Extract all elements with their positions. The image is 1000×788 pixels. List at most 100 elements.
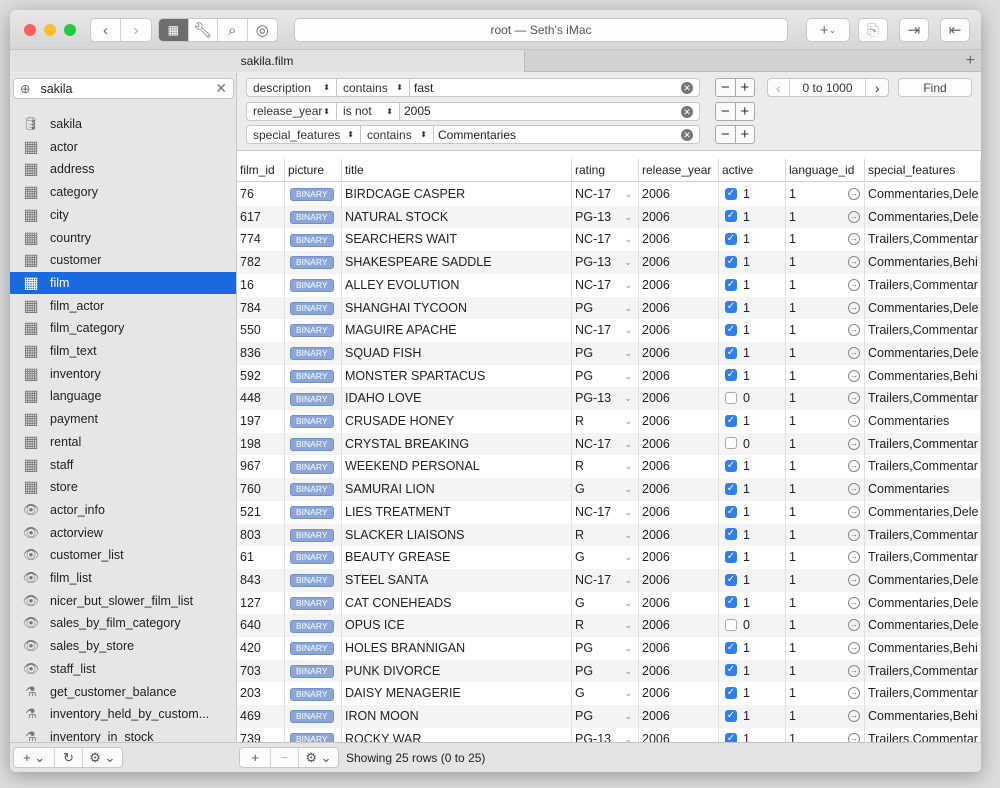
cell-language-id[interactable]: 1 → bbox=[786, 727, 865, 742]
cell-active[interactable]: 0 bbox=[719, 614, 786, 637]
cell-title[interactable]: OPUS ICE bbox=[342, 614, 572, 637]
cell-title[interactable]: SEARCHERS WAIT bbox=[342, 228, 572, 252]
chevron-down-icon[interactable]: ⌄ bbox=[624, 592, 632, 615]
cell-release-year[interactable]: 2006 bbox=[639, 637, 719, 660]
cell-release-year[interactable]: 2006 bbox=[639, 183, 719, 206]
remove-filter-button[interactable]: − bbox=[716, 102, 736, 120]
remove-row-icon[interactable]: − bbox=[271, 748, 299, 767]
chevron-down-icon[interactable]: ⌄ bbox=[624, 728, 632, 742]
cell-rating[interactable]: NC-17 ⌄ bbox=[572, 228, 639, 252]
cell-language-id[interactable]: 1 → bbox=[786, 637, 865, 660]
cell-special-features[interactable]: Trailers,Commentar bbox=[865, 387, 981, 410]
cell-special-features[interactable]: Trailers,Commentar bbox=[865, 228, 981, 252]
cell-title[interactable]: SHANGHAI TYCOON bbox=[342, 296, 572, 320]
cell-title[interactable]: PUNK DIVORCE bbox=[342, 659, 572, 683]
cell-release-year[interactable]: 2006 bbox=[639, 205, 719, 229]
cell-title[interactable]: ALLEY EVOLUTION bbox=[342, 273, 572, 297]
chevron-down-icon[interactable]: ⌄ bbox=[624, 524, 632, 547]
cell-active[interactable]: ✓ 1 bbox=[719, 637, 786, 660]
add-filter-button[interactable]: + bbox=[736, 126, 755, 143]
cell-special-features[interactable]: Commentaries,Behi bbox=[865, 705, 981, 728]
cell-release-year[interactable]: 2006 bbox=[639, 410, 719, 433]
foreign-key-arrow-icon[interactable]: → bbox=[848, 324, 860, 337]
cell-rating[interactable]: R ⌄ bbox=[572, 523, 639, 547]
cell-film-id[interactable]: 967 bbox=[237, 455, 285, 479]
active-checkbox[interactable]: ✓ bbox=[725, 210, 737, 223]
cell-film-id[interactable]: 640 bbox=[237, 614, 285, 637]
cell-rating[interactable]: NC-17 ⌄ bbox=[572, 319, 639, 342]
sidebar-item-film-text[interactable]: ▦ film_text bbox=[10, 340, 236, 362]
cell-special-features[interactable]: Trailers,Commentar bbox=[865, 319, 981, 342]
cell-language-id[interactable]: 1 → bbox=[786, 705, 865, 728]
cell-special-features[interactable]: Commentaries,Behi bbox=[865, 637, 981, 660]
cell-picture[interactable]: BINARY bbox=[285, 410, 342, 433]
clear-filter-icon[interactable]: ✕ bbox=[681, 129, 693, 141]
cell-active[interactable]: ✓ 1 bbox=[719, 682, 786, 706]
foreign-key-arrow-icon[interactable]: → bbox=[848, 256, 860, 269]
table-row[interactable]: 967 BINARY WEEKEND PERSONAL R ⌄ 2006 ✓ 1 1… bbox=[237, 455, 981, 479]
cell-film-id[interactable]: 61 bbox=[237, 546, 285, 569]
cell-active[interactable]: ✓ 1 bbox=[719, 296, 786, 320]
tab-sakila-film[interactable]: sakila.film bbox=[10, 50, 525, 72]
cell-film-id[interactable]: 197 bbox=[237, 410, 285, 433]
cell-language-id[interactable]: 1 → bbox=[786, 546, 865, 569]
cell-rating[interactable]: NC-17 ⌄ bbox=[572, 183, 639, 206]
table-row[interactable]: 61 BINARY BEAUTY GREASE G ⌄ 2006 ✓ 1 1 → Tr… bbox=[237, 546, 981, 569]
cell-active[interactable]: ✓ 1 bbox=[719, 273, 786, 297]
cell-title[interactable]: CAT CONEHEADS bbox=[342, 591, 572, 615]
cell-picture[interactable]: BINARY bbox=[285, 682, 342, 706]
cell-picture[interactable]: BINARY bbox=[285, 523, 342, 547]
active-checkbox[interactable]: ✓ bbox=[725, 641, 737, 654]
cell-title[interactable]: SQUAD FISH bbox=[342, 341, 572, 365]
cell-picture[interactable]: BINARY bbox=[285, 546, 342, 569]
cell-language-id[interactable]: 1 → bbox=[786, 455, 865, 479]
chevron-down-icon[interactable]: ⌄ bbox=[624, 274, 632, 297]
sidebar-item-film[interactable]: ▦ film bbox=[10, 271, 236, 294]
cell-rating[interactable]: G ⌄ bbox=[572, 478, 639, 501]
cell-title[interactable]: STEEL SANTA bbox=[342, 568, 572, 592]
table-row[interactable]: 760 BINARY SAMURAI LION G ⌄ 2006 ✓ 1 1 → Co… bbox=[237, 478, 981, 501]
sidebar-item-sales-by-film-category[interactable]: 👁︎ sales_by_film_category bbox=[10, 612, 236, 634]
cell-language-id[interactable]: 1 → bbox=[786, 432, 865, 456]
chevron-down-icon[interactable]: ⌄ bbox=[624, 455, 632, 478]
next-page-icon[interactable]: › bbox=[866, 79, 888, 96]
cell-release-year[interactable]: 2006 bbox=[639, 273, 719, 297]
table-row[interactable]: 843 BINARY STEEL SANTA NC-17 ⌄ 2006 ✓ 1 1 →… bbox=[237, 568, 981, 592]
table-row[interactable]: 198 BINARY CRYSTAL BREAKING NC-17 ⌄ 2006 … bbox=[237, 432, 981, 456]
chevron-down-icon[interactable]: ⌄ bbox=[624, 206, 632, 229]
remove-filter-button[interactable]: − bbox=[716, 79, 736, 96]
cell-film-id[interactable]: 836 bbox=[237, 341, 285, 365]
cell-language-id[interactable]: 1 → bbox=[786, 228, 865, 252]
table-content-icon[interactable]: ▦ bbox=[159, 19, 189, 41]
cell-film-id[interactable]: 550 bbox=[237, 319, 285, 342]
sidebar-item-actor-info[interactable]: 👁︎ actor_info bbox=[10, 499, 236, 521]
filter-value-input[interactable]: Commentaries ✕ bbox=[433, 125, 700, 144]
cell-language-id[interactable]: 1 → bbox=[786, 682, 865, 706]
foreign-key-arrow-icon[interactable]: → bbox=[848, 687, 860, 700]
cell-release-year[interactable]: 2006 bbox=[639, 705, 719, 728]
cell-special-features[interactable]: Trailers,Commentar bbox=[865, 659, 981, 683]
sidebar-item-rental[interactable]: ▦ rental bbox=[10, 431, 236, 453]
sidebar-item-actorview[interactable]: 👁︎ actorview bbox=[10, 522, 236, 544]
cell-special-features[interactable]: Commentaries,Dele bbox=[865, 341, 981, 365]
refresh-icon[interactable]: ↻ bbox=[55, 748, 83, 767]
foreign-key-arrow-icon[interactable]: → bbox=[848, 210, 860, 223]
table-row[interactable]: 16 BINARY ALLEY EVOLUTION NC-17 ⌄ 2006 ✓ 1… bbox=[237, 273, 981, 297]
cell-title[interactable]: BIRDCAGE CASPER bbox=[342, 183, 572, 206]
cell-special-features[interactable]: Commentaries,Dele bbox=[865, 591, 981, 615]
active-checkbox[interactable]: ✓ bbox=[725, 323, 737, 336]
cell-picture[interactable]: BINARY bbox=[285, 568, 342, 592]
cell-film-id[interactable]: 16 bbox=[237, 273, 285, 297]
cell-special-features[interactable]: Trailers,Commentar bbox=[865, 273, 981, 297]
sidebar-item-city[interactable]: ▦ city bbox=[10, 204, 236, 226]
cell-special-features[interactable]: Trailers,Commentar bbox=[865, 523, 981, 547]
cell-release-year[interactable]: 2006 bbox=[639, 546, 719, 569]
export-icon[interactable]: ⎘ bbox=[858, 18, 888, 42]
foreign-key-arrow-icon[interactable]: → bbox=[848, 233, 860, 246]
cell-picture[interactable]: BINARY bbox=[285, 478, 342, 501]
cell-language-id[interactable]: 1 → bbox=[786, 591, 865, 615]
active-checkbox[interactable]: ✓ bbox=[725, 255, 737, 268]
cell-language-id[interactable]: 1 → bbox=[786, 296, 865, 320]
foreign-key-arrow-icon[interactable]: → bbox=[848, 573, 860, 586]
table-row[interactable]: 420 BINARY HOLES BRANNIGAN PG ⌄ 2006 ✓ 1 1… bbox=[237, 637, 981, 660]
